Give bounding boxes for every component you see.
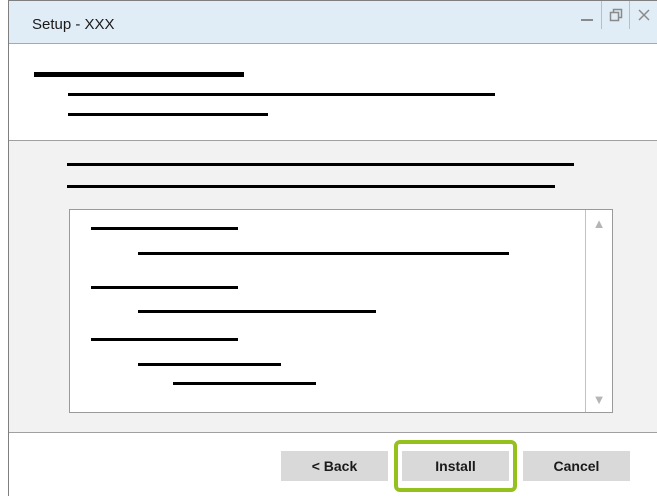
listbox-scrollbar[interactable]: ▲ ▼	[585, 210, 612, 412]
page-header	[9, 44, 657, 141]
cancel-button[interactable]: Cancel	[523, 451, 630, 481]
button-bar: < Back Install Cancel	[9, 433, 657, 497]
list-item	[138, 310, 376, 313]
instruction-placeholder-line-2	[67, 185, 555, 188]
window-controls	[573, 1, 657, 29]
header-description-placeholder-line-1	[68, 93, 495, 96]
window-title: Setup - XXX	[32, 16, 115, 33]
settings-summary-listbox[interactable]: ▲ ▼	[69, 209, 613, 413]
list-item	[138, 363, 281, 366]
list-item	[91, 227, 238, 230]
list-item	[138, 252, 509, 255]
scroll-up-icon[interactable]: ▲	[586, 212, 612, 234]
title-bar: Setup - XXX	[9, 1, 657, 44]
header-heading-placeholder	[34, 72, 244, 77]
main-content: ▲ ▼	[9, 141, 657, 433]
header-description-placeholder-line-2	[68, 113, 268, 116]
install-button[interactable]: Install	[402, 451, 509, 481]
restore-icon[interactable]	[601, 1, 629, 29]
setup-window: Setup - XXX ▲ ▼ < Back Install Cancel	[8, 0, 657, 497]
list-item	[91, 338, 238, 341]
scroll-down-icon[interactable]: ▼	[586, 388, 612, 410]
back-button[interactable]: < Back	[281, 451, 388, 481]
close-icon[interactable]	[629, 1, 657, 29]
list-item	[91, 286, 238, 289]
minimize-icon[interactable]	[573, 1, 601, 29]
list-item	[173, 382, 316, 385]
instruction-placeholder-line-1	[67, 163, 574, 166]
